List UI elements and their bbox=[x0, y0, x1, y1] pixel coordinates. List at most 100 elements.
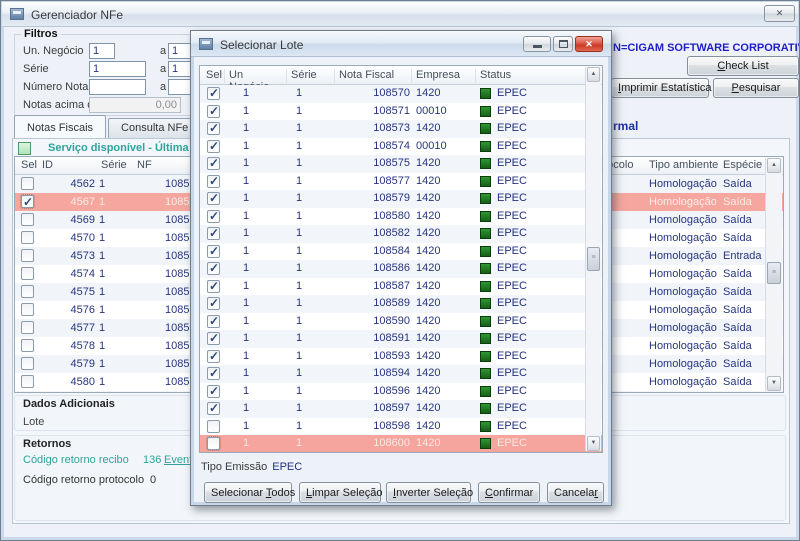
row-checkbox[interactable] bbox=[207, 227, 220, 240]
cell-status: EPEC bbox=[480, 225, 527, 243]
row-checkbox[interactable] bbox=[207, 332, 220, 345]
row-checkbox[interactable] bbox=[207, 280, 220, 293]
lote-row[interactable]: 1 1 108600 1420 EPEC bbox=[200, 435, 602, 453]
header-status[interactable]: Status bbox=[476, 69, 586, 83]
cell-serie: 1 bbox=[99, 337, 125, 355]
row-checkbox[interactable] bbox=[207, 87, 220, 100]
lote-row[interactable]: 1 1 108574 00010 EPEC bbox=[200, 138, 602, 156]
cell-empresa: 1420 bbox=[416, 383, 476, 401]
scroll-up-arrow-icon[interactable]: ▲ bbox=[587, 67, 600, 82]
row-checkbox[interactable] bbox=[207, 105, 220, 118]
header-sel[interactable]: Sel bbox=[202, 69, 225, 83]
lote-row[interactable]: 1 1 108571 00010 EPEC bbox=[200, 103, 602, 121]
row-checkbox[interactable] bbox=[207, 420, 220, 433]
confirmar-button[interactable]: Confirmar bbox=[478, 482, 540, 503]
filter-label: Série bbox=[23, 61, 49, 77]
header-tipo-ambiente[interactable]: Tipo ambiente bbox=[649, 159, 718, 171]
lote-row[interactable]: 1 1 108590 1420 EPEC bbox=[200, 313, 602, 331]
cell-tipo-ambiente: Homologação bbox=[649, 373, 729, 391]
header-sel[interactable]: Sel bbox=[21, 159, 37, 171]
row-checkbox[interactable] bbox=[207, 315, 220, 328]
cell-status: EPEC bbox=[480, 138, 527, 156]
limpar-selecao-button[interactable]: Limpar Seleção bbox=[299, 482, 381, 503]
check-list-button[interactable]: Check List bbox=[687, 56, 799, 76]
lote-row[interactable]: 1 1 108580 1420 EPEC bbox=[200, 208, 602, 226]
lote-row[interactable]: 1 1 108597 1420 EPEC bbox=[200, 400, 602, 418]
cell-serie: 1 bbox=[285, 348, 313, 366]
grid-vertical-scrollbar[interactable]: ▲ ≡ ▼ bbox=[765, 158, 782, 391]
lote-vertical-scrollbar[interactable]: ▲ ≡ ▼ bbox=[585, 67, 601, 451]
lote-row[interactable]: 1 1 108589 1420 EPEC bbox=[200, 295, 602, 313]
status-square-icon bbox=[480, 263, 491, 274]
row-checkbox[interactable] bbox=[207, 350, 220, 363]
header-serie[interactable]: Série bbox=[101, 159, 127, 171]
row-checkbox[interactable] bbox=[207, 385, 220, 398]
row-checkbox[interactable] bbox=[207, 140, 220, 153]
lote-row[interactable]: 1 1 108587 1420 EPEC bbox=[200, 278, 602, 296]
cell-empresa: 1420 bbox=[416, 313, 476, 331]
cell-tipo-ambiente: Homologação bbox=[649, 193, 729, 211]
row-checkbox[interactable] bbox=[207, 297, 220, 310]
cell-id: 4579 bbox=[33, 355, 95, 373]
imprimir-estatistica-button[interactable]: Imprimir Estatística bbox=[611, 78, 709, 98]
cell-tipo-ambiente: Homologação bbox=[649, 337, 729, 355]
lote-row[interactable]: 1 1 108570 1420 EPEC bbox=[200, 85, 602, 103]
filter-from-field[interactable] bbox=[89, 43, 115, 59]
lote-row[interactable]: 1 1 108575 1420 EPEC bbox=[200, 155, 602, 173]
lote-row[interactable]: 1 1 108591 1420 EPEC bbox=[200, 330, 602, 348]
header-serie[interactable]: Série bbox=[287, 69, 335, 83]
notas-acima-field[interactable] bbox=[89, 97, 181, 113]
selecionar-todos-button[interactable]: Selecionar Todos bbox=[204, 482, 292, 503]
row-checkbox[interactable] bbox=[207, 175, 220, 188]
filter-from-field[interactable] bbox=[89, 79, 146, 95]
cancelar-button[interactable]: Cancelar bbox=[547, 482, 604, 503]
row-checkbox[interactable] bbox=[207, 437, 220, 450]
filter-from-field[interactable] bbox=[89, 61, 146, 77]
row-checkbox[interactable] bbox=[207, 192, 220, 205]
cell-nota-fiscal: 108584 bbox=[335, 243, 410, 261]
row-checkbox[interactable] bbox=[207, 157, 220, 170]
lote-row[interactable]: 1 1 108573 1420 EPEC bbox=[200, 120, 602, 138]
header-especie[interactable]: Espécie bbox=[723, 159, 762, 171]
cell-empresa: 1420 bbox=[416, 348, 476, 366]
header-un-negocio[interactable]: Un Negócio bbox=[225, 69, 287, 83]
status-square-icon bbox=[480, 193, 491, 204]
lote-row[interactable]: 1 1 108577 1420 EPEC bbox=[200, 173, 602, 191]
cell-status: EPEC bbox=[480, 435, 527, 453]
scroll-thumb[interactable]: ≡ bbox=[587, 247, 600, 271]
cell-empresa: 1420 bbox=[416, 243, 476, 261]
cell-status: EPEC bbox=[480, 295, 527, 313]
lote-row[interactable]: 1 1 108586 1420 EPEC bbox=[200, 260, 602, 278]
row-checkbox[interactable] bbox=[207, 367, 220, 380]
lote-row[interactable]: 1 1 108598 1420 EPEC bbox=[200, 418, 602, 436]
tab-consulta-nfe[interactable]: Consulta NFe bbox=[108, 118, 201, 138]
inverter-selecao-button[interactable]: Inverter Seleção bbox=[386, 482, 471, 503]
lote-row[interactable]: 1 1 108579 1420 EPEC bbox=[200, 190, 602, 208]
lote-row[interactable]: 1 1 108594 1420 EPEC bbox=[200, 365, 602, 383]
filter-label: Número Nota bbox=[23, 79, 88, 95]
lote-row[interactable]: 1 1 108596 1420 EPEC bbox=[200, 383, 602, 401]
lote-row[interactable]: 1 1 108584 1420 EPEC bbox=[200, 243, 602, 261]
cell-serie: 1 bbox=[285, 330, 313, 348]
lote-row[interactable]: 1 1 108582 1420 EPEC bbox=[200, 225, 602, 243]
header-nf[interactable]: NF bbox=[137, 159, 152, 171]
scroll-down-arrow-icon[interactable]: ▼ bbox=[587, 436, 600, 451]
cell-un-negocio: 1 bbox=[225, 103, 267, 121]
row-checkbox[interactable] bbox=[207, 210, 220, 223]
row-checkbox[interactable] bbox=[207, 122, 220, 135]
row-checkbox[interactable] bbox=[207, 262, 220, 275]
scroll-down-arrow-icon[interactable]: ▼ bbox=[767, 376, 781, 391]
cell-empresa: 1420 bbox=[416, 435, 476, 453]
header-empresa[interactable]: Empresa bbox=[412, 69, 476, 83]
scroll-thumb[interactable]: ≡ bbox=[767, 262, 781, 284]
tipo-emissao-label: Tipo Emissão bbox=[201, 461, 267, 473]
lote-row[interactable]: 1 1 108593 1420 EPEC bbox=[200, 348, 602, 366]
row-checkbox[interactable] bbox=[207, 402, 220, 415]
row-checkbox[interactable] bbox=[207, 245, 220, 258]
header-id[interactable]: ID bbox=[42, 159, 53, 171]
pesquisar-button[interactable]: Pesquisar bbox=[713, 78, 799, 98]
header-nota-fiscal[interactable]: Nota Fiscal bbox=[335, 69, 412, 83]
tab-notas-fiscais[interactable]: Notas Fiscais bbox=[14, 115, 106, 138]
tipo-emissao-line: Tipo EmissãoEPEC bbox=[201, 461, 302, 473]
scroll-up-arrow-icon[interactable]: ▲ bbox=[767, 158, 781, 173]
